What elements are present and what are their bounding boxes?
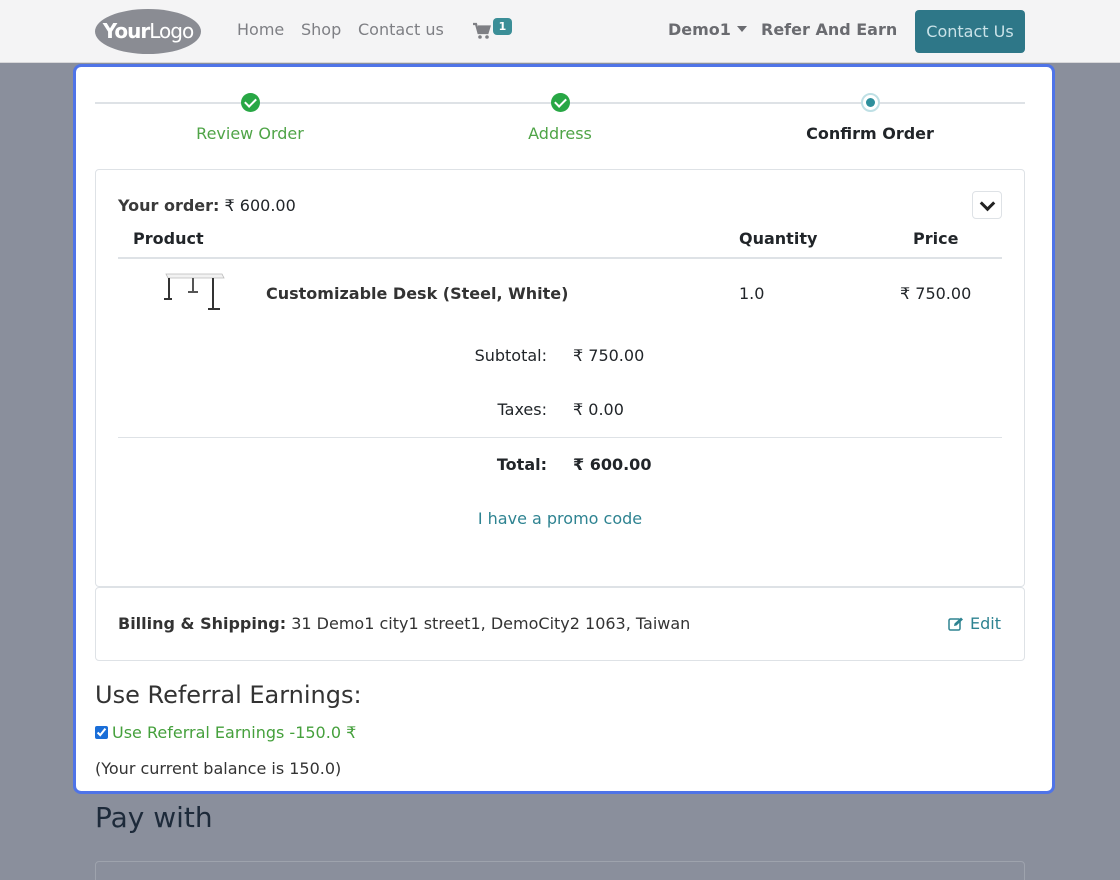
step-label: Review Order <box>196 124 304 143</box>
referral-section-title: Use Referral Earnings: <box>95 681 362 709</box>
billing-shipping-card: Billing & Shipping: 31 Demo1 city1 stree… <box>95 587 1025 661</box>
taxes-label: Taxes: <box>497 400 547 419</box>
step-review-order: Review Order <box>130 93 370 143</box>
referral-checkbox-label[interactable]: Use Referral Earnings -150.0 ₹ <box>112 723 356 742</box>
edit-address-button[interactable]: Edit <box>948 614 1001 633</box>
nav-link-home[interactable]: Home <box>237 20 284 39</box>
referral-balance-text: (Your current balance is 150.0) <box>95 759 342 778</box>
your-order-value: ₹ 600.00 <box>224 196 296 215</box>
step-address: Address <box>440 93 680 143</box>
nav-link-shop[interactable]: Shop <box>301 20 341 39</box>
current-step-icon <box>860 93 880 112</box>
top-navbar: YourLogo Home Shop Contact us 1 Demo1 Re… <box>0 0 1120 63</box>
column-header-quantity: Quantity <box>739 229 818 248</box>
step-confirm-order: Confirm Order <box>750 93 990 143</box>
cart-button[interactable]: 1 <box>473 18 513 44</box>
check-circle-icon <box>240 93 260 112</box>
column-header-product: Product <box>133 229 204 248</box>
collapse-toggle-button[interactable] <box>972 191 1002 219</box>
user-menu-dropdown[interactable]: Demo1 <box>668 20 747 39</box>
step-label: Confirm Order <box>806 124 934 143</box>
taxes-value: ₹ 0.00 <box>573 400 624 419</box>
billing-address: 31 Demo1 city1 street1, DemoCity2 1063, … <box>291 614 691 633</box>
product-name[interactable]: Customizable Desk (Steel, White) <box>266 284 568 303</box>
subtotal-value: ₹ 750.00 <box>573 346 645 365</box>
payment-methods-box <box>95 861 1025 880</box>
referral-checkbox-row[interactable]: Use Referral Earnings -150.0 ₹ <box>95 723 356 742</box>
nav-link-contact-us[interactable]: Contact us <box>358 20 444 39</box>
subtotal-label: Subtotal: <box>474 346 547 365</box>
product-price: ₹ 750.00 <box>900 284 972 303</box>
billing-shipping-info: Billing & Shipping: 31 Demo1 city1 stree… <box>118 614 690 633</box>
your-order-summary: Your order: ₹ 600.00 <box>118 196 296 215</box>
column-header-price: Price <box>913 229 959 248</box>
total-label: Total: <box>496 455 547 474</box>
use-referral-checkbox[interactable] <box>95 726 108 739</box>
contact-us-button[interactable]: Contact Us <box>915 10 1025 53</box>
your-order-label: Your order: <box>118 196 220 215</box>
caret-down-icon <box>736 26 747 32</box>
order-summary-card: Your order: ₹ 600.00 Product Quantity Pr… <box>95 169 1025 587</box>
promo-code-link[interactable]: I have a promo code <box>96 509 1024 528</box>
table-header-divider <box>118 257 1002 259</box>
check-circle-icon <box>550 93 570 112</box>
shopping-cart-icon <box>473 22 491 39</box>
pay-with-title: Pay with <box>95 801 213 834</box>
billing-shipping-label: Billing & Shipping: <box>118 614 287 633</box>
edit-label: Edit <box>970 614 1001 633</box>
user-name: Demo1 <box>668 20 731 39</box>
product-thumbnail[interactable] <box>162 270 228 314</box>
edit-icon <box>948 617 963 631</box>
refer-and-earn-link[interactable]: Refer And Earn <box>761 20 897 39</box>
site-logo[interactable]: YourLogo <box>95 9 201 54</box>
total-divider <box>118 437 1002 438</box>
checkout-modal: Review Order Address Confirm Order Your … <box>73 64 1055 794</box>
total-value: ₹ 600.00 <box>573 455 652 474</box>
step-label: Address <box>528 124 592 143</box>
product-quantity: 1.0 <box>739 284 765 303</box>
cart-count-badge: 1 <box>493 18 512 35</box>
